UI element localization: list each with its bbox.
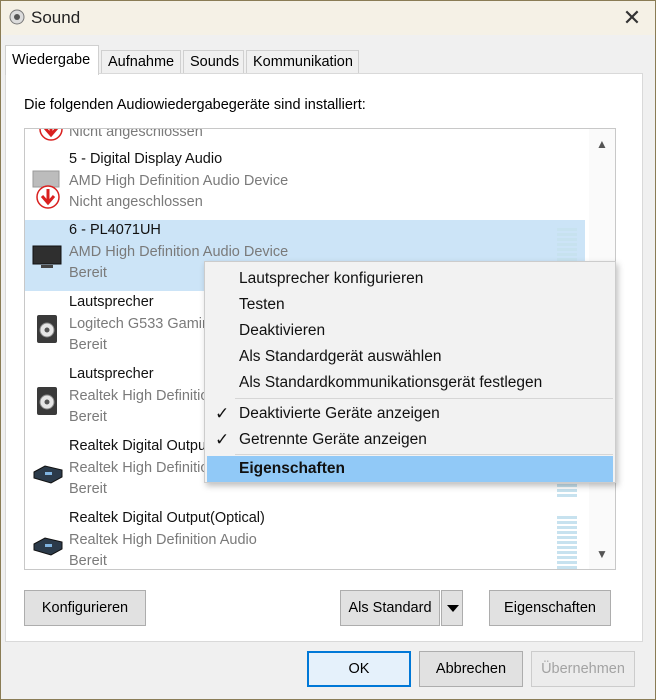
device-name: Realtek Digital Output(Optical) bbox=[69, 510, 265, 526]
menu-separator bbox=[235, 454, 613, 455]
window-title: Sound bbox=[31, 8, 81, 27]
menu-item-show-disconnected[interactable]: ✓ Getrennte Geräte anzeigen bbox=[207, 427, 613, 453]
checkmark-icon: ✓ bbox=[215, 430, 230, 449]
menu-item-label: Getrennte Geräte anzeigen bbox=[239, 431, 427, 448]
title-bar: Sound ✕ bbox=[1, 1, 655, 35]
device-name: Realtek Digital Output bbox=[69, 438, 211, 454]
disconnected-arrow-icon bbox=[39, 129, 63, 141]
device-row[interactable]: Nicht angeschlossen bbox=[25, 128, 585, 150]
cancel-button[interactable]: Abbrechen bbox=[419, 651, 523, 687]
menu-separator bbox=[235, 398, 613, 399]
menu-item-label: Deaktivierte Geräte anzeigen bbox=[239, 405, 440, 422]
tab-strip: Wiedergabe Aufnahme Sounds Kommunikation bbox=[1, 45, 656, 75]
configure-button[interactable]: Konfigurieren bbox=[24, 590, 146, 626]
device-status: Bereit bbox=[69, 409, 107, 425]
menu-item-disable[interactable]: Deaktivieren bbox=[207, 318, 613, 344]
device-name: 6 - PL4071UH bbox=[69, 222, 161, 238]
device-name: 5 - Digital Display Audio bbox=[69, 151, 223, 167]
device-status: Nicht angeschlossen bbox=[69, 128, 203, 140]
device-status: Bereit bbox=[69, 481, 107, 497]
tab-aufnahme[interactable]: Aufnahme bbox=[101, 50, 181, 74]
scroll-up-icon[interactable]: ▲ bbox=[589, 131, 615, 157]
device-status: Bereit bbox=[69, 553, 107, 569]
device-driver: AMD High Definition Audio Device bbox=[69, 244, 289, 260]
device-status: Bereit bbox=[69, 337, 107, 353]
checkmark-icon: ✓ bbox=[215, 404, 230, 423]
apply-button[interactable]: Übernehmen bbox=[531, 651, 635, 687]
speaker-icon bbox=[37, 315, 57, 343]
sound-dialog: Sound ✕ Wiedergabe Aufnahme Sounds Kommu… bbox=[0, 0, 656, 700]
close-button[interactable]: ✕ bbox=[609, 1, 655, 35]
menu-item-configure-speakers[interactable]: Lautsprecher konfigurieren bbox=[207, 266, 613, 292]
tab-wiedergabe[interactable]: Wiedergabe bbox=[5, 45, 99, 75]
menu-item-test[interactable]: Testen bbox=[207, 292, 613, 318]
digital-output-icon bbox=[33, 465, 63, 484]
device-row[interactable]: Realtek Digital Output(Optical) Realtek … bbox=[25, 508, 585, 569]
menu-item-show-disabled[interactable]: ✓ Deaktivierte Geräte anzeigen bbox=[207, 401, 613, 427]
panel-heading: Die folgenden Audiowiedergabegeräte sind… bbox=[24, 97, 366, 113]
volume-meter bbox=[557, 516, 577, 569]
device-name: Lautsprecher bbox=[69, 294, 154, 310]
display-disconnected-icon bbox=[32, 170, 60, 209]
device-driver: AMD High Definition Audio Device bbox=[69, 173, 289, 189]
tab-kommunikation[interactable]: Kommunikation bbox=[246, 50, 359, 74]
set-default-button[interactable]: Als Standard bbox=[340, 590, 440, 626]
device-name: Lautsprecher bbox=[69, 366, 154, 382]
menu-item-properties[interactable]: Eigenschaften bbox=[207, 456, 613, 482]
device-context-menu: Lautsprecher konfigurieren Testen Deakti… bbox=[204, 261, 616, 483]
device-status: Nicht angeschlossen bbox=[69, 194, 203, 210]
device-driver: Realtek High Definition Audio bbox=[69, 532, 257, 548]
ok-button[interactable]: OK bbox=[307, 651, 411, 687]
properties-button[interactable]: Eigenschaften bbox=[489, 590, 611, 626]
speaker-icon bbox=[37, 387, 57, 415]
digital-output-icon bbox=[33, 537, 63, 556]
scroll-down-icon[interactable]: ▼ bbox=[589, 541, 615, 567]
menu-item-set-default[interactable]: Als Standardgerät auswählen bbox=[207, 344, 613, 370]
menu-item-set-default-communication[interactable]: Als Standardkommunikationsgerät festlege… bbox=[207, 370, 613, 396]
speaker-app-icon bbox=[9, 9, 25, 25]
device-row[interactable]: 5 - Digital Display Audio AMD High Defin… bbox=[25, 149, 585, 220]
monitor-icon bbox=[32, 245, 62, 268]
set-default-dropdown-icon[interactable] bbox=[441, 590, 463, 626]
device-status: Bereit bbox=[69, 265, 107, 281]
tab-sounds[interactable]: Sounds bbox=[183, 50, 244, 74]
